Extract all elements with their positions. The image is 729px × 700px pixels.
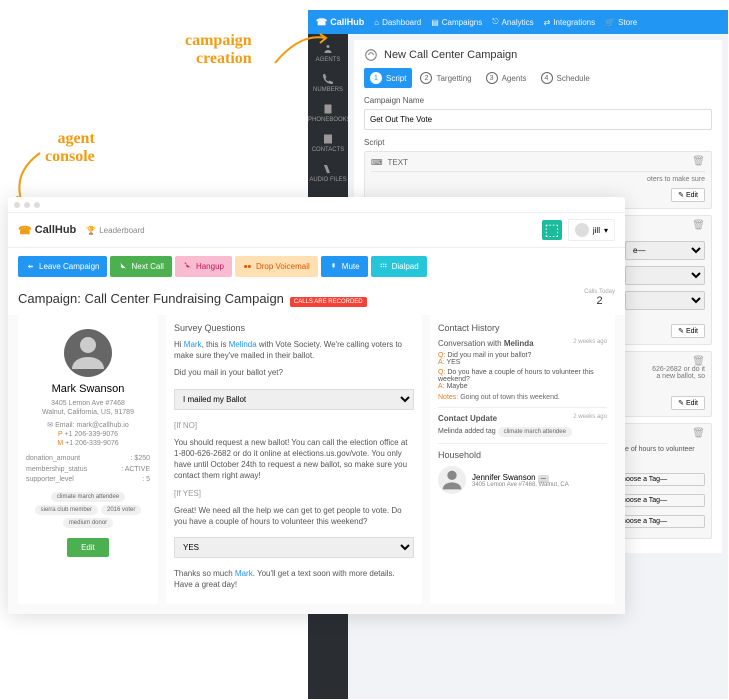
wizard-steps: 1Script 2Targetting 3Agents 4Schedule [364,68,712,88]
campaign-title: Campaign: Call Center Fundraising Campai… [18,291,367,306]
annotation-agent: agent console [45,130,95,165]
trash-icon[interactable]: 🗑 [692,356,705,367]
survey-answer-1[interactable]: I mailed my Ballot [174,389,414,410]
tag: sierra club member [35,505,98,515]
call-toolbar: Leave Campaign Next Call Hangup Drop Voi… [8,248,625,285]
nav-dashboard[interactable]: ⌂ Dashboard [374,18,421,27]
household-title: Household [438,450,607,460]
header-action-button[interactable]: ⬚ [542,220,562,240]
survey-intro: Hi Mark, this is Melinda with Vote Socie… [174,339,414,361]
if-no-label: [If NO] [174,420,414,431]
sidebar-numbers[interactable]: NUMBERS [308,68,348,98]
nav-integrations[interactable]: ⇄ Integrations [544,18,596,27]
mute-button[interactable]: Mute [321,256,368,277]
sidebar-contacts[interactable]: CONTACTS [308,128,348,158]
tag-select[interactable] [625,291,705,310]
contact-name: Mark Swanson [26,383,150,395]
brand-logo: ☎ CallHub [316,17,364,28]
edit-contact-button[interactable]: Edit [67,538,109,557]
contact-profile: Mark Swanson 3405 Lemon Ave #7468Walnut,… [18,315,158,604]
hist-qa: Q: Did you mail in your ballot?A: YES [438,352,607,366]
annotation-campaign: campaign creation [185,32,252,67]
step-script[interactable]: 1Script [364,68,412,88]
window-titlebar [8,197,625,213]
survey-thanks: Thanks so much Mark. You'll get a text s… [174,568,414,590]
text-icon: ⌨ [371,158,383,167]
edit-button[interactable]: ✎ Edit [671,324,705,338]
sidebar-audio[interactable]: AUDIO FILES [308,158,348,188]
agent-console-app: ☎ CallHub 🏆 Leaderboard ⬚ jill ▾ Leave C… [8,197,625,614]
hangup-button[interactable]: Hangup [175,256,232,277]
tag: 2016 voter [101,505,141,515]
if-no-text: You should request a new ballot! You can… [174,437,414,482]
campaign-name-label: Campaign Name [364,96,712,105]
edit-button[interactable]: ✎ Edit [671,396,705,410]
history-panel: Contact History Conversation with Melind… [430,315,615,604]
step-agents[interactable]: 3Agents [480,68,533,88]
contact-tags: climate march attendee sierra club membe… [26,492,150,528]
leaderboard-link[interactable]: 🏆 Leaderboard [86,226,144,235]
step-targetting[interactable]: 2Targetting [414,68,477,88]
drop-voicemail-button[interactable]: Drop Voicemail [235,256,318,277]
trash-icon[interactable]: 🗑 [692,220,705,231]
nav-campaigns[interactable]: ▤ Campaigns [431,18,482,27]
survey-title: Survey Questions [174,323,414,333]
script-label: Script [364,138,712,147]
tag-select[interactable] [625,266,705,285]
if-yes-label: [If YES] [174,488,414,499]
history-title: Contact History [438,323,607,333]
contact-phone-p: P +1 206-339-9076 [26,430,150,439]
back-header: ☎ CallHub ⌂ Dashboard ▤ Campaigns ⎋ Anal… [308,10,728,34]
survey-panel: Survey Questions Hi Mark, this is Melind… [166,315,422,604]
step-schedule[interactable]: 4Schedule [535,68,596,88]
conversation-header: Conversation with Melinda2 weeks ago [438,339,607,348]
household-name: Jennifer Swanson — [472,473,569,482]
survey-answer-2[interactable]: YES [174,537,414,558]
tag: climate march attendee [51,492,125,502]
contact-email: ✉ Email: mark@callhub.io [26,421,150,430]
hist-notes: Notes: Going out of town this weekend. [438,394,607,401]
tag: medium donor [63,518,113,528]
hist-qa: Q: Do you have a couple of hours to volu… [438,369,607,390]
tag-select[interactable]: e— [625,241,705,260]
trash-icon[interactable]: 🗑 [692,428,705,439]
contact-phone-m: M +1 206-339-9076 [26,439,150,448]
tag-added-line: Melinda added tag climate march attendee [438,427,607,437]
household-address: 3405 Lemon Ave #7468, Walnut, CA [472,482,569,488]
panel-title: New Call Center Campaign [364,48,712,68]
recording-badge: CALLS ARE RECORDED [290,297,367,307]
household-member[interactable]: Jennifer Swanson — 3405 Lemon Ave #7468,… [438,466,607,494]
brand-logo: ☎ CallHub [18,224,76,237]
contact-address: 3405 Lemon Ave #7468Walnut, California, … [26,399,150,417]
user-menu[interactable]: jill ▾ [568,219,615,241]
nav-store[interactable]: 🛒 Store [605,18,637,27]
campaign-name-input[interactable] [364,109,712,130]
arrow-icon [270,28,330,68]
next-call-button[interactable]: Next Call [110,256,171,277]
contact-update-header: Contact Update2 weeks ago [438,414,607,423]
contact-meta: donation_amount: $250 membership_status:… [26,454,150,486]
leave-campaign-button[interactable]: Leave Campaign [18,256,107,277]
household-avatar [438,466,466,494]
if-yes-text: Great! We need all the help we can get t… [174,505,414,527]
contact-avatar [64,329,112,377]
avatar [575,223,589,237]
trash-icon[interactable]: 🗑 [692,156,705,167]
dialpad-button[interactable]: Dialpad [371,256,427,277]
topbar: ☎ CallHub 🏆 Leaderboard ⬚ jill ▾ [8,213,625,248]
sidebar-phonebooks[interactable]: PHONEBOOKS [308,98,348,128]
calls-today-counter: Calls Today2 [584,289,615,307]
edit-button[interactable]: ✎ Edit [671,188,705,202]
nav-analytics[interactable]: ⎋ Analytics [492,17,533,27]
survey-q1: Did you mail in your ballot yet? [174,367,414,378]
